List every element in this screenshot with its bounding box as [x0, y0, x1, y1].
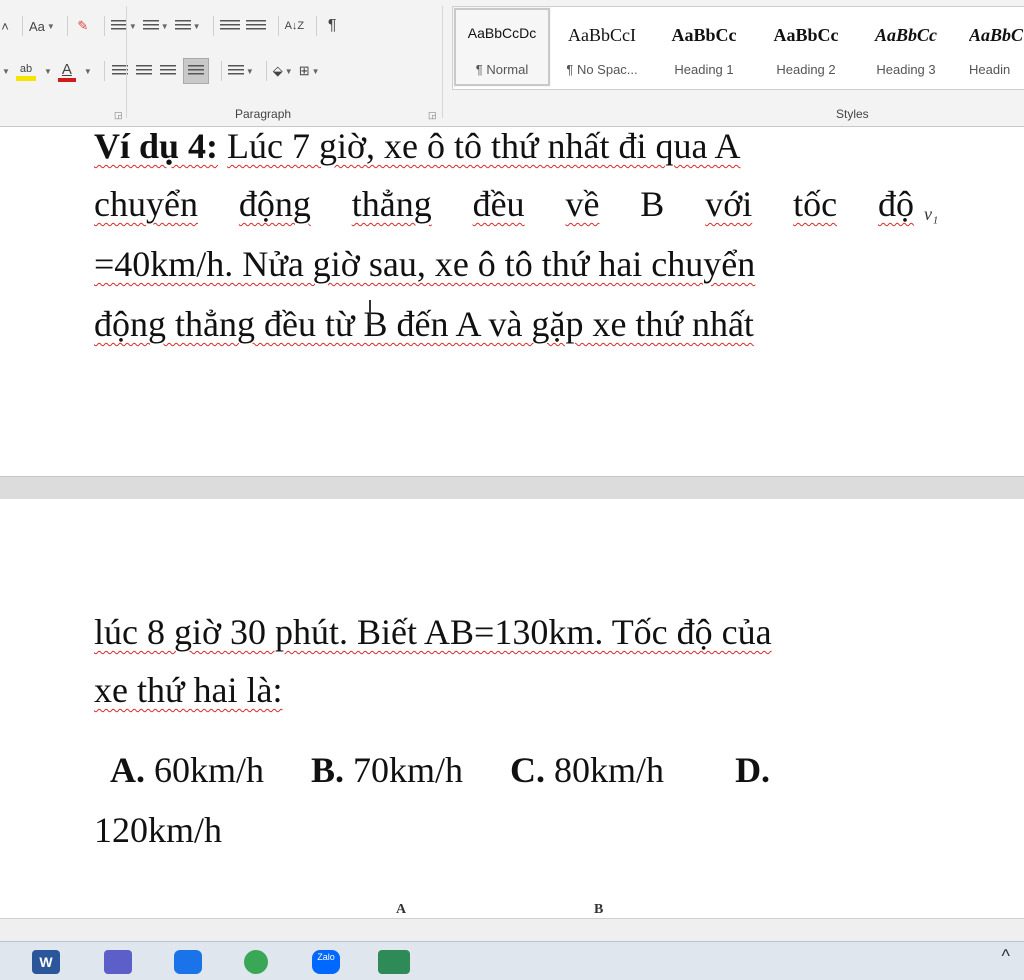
- chevron-up-icon[interactable]: ^: [1002, 946, 1010, 967]
- word: độ: [877, 184, 914, 224]
- font-row-bottom: ▼ ab ▼ A ▼ ▼ ⬙ ▼ ⊞ ▼: [0, 58, 326, 84]
- multilevel-list-icon: [174, 20, 191, 32]
- font-color-button[interactable]: A: [57, 58, 76, 84]
- chrome-icon[interactable]: [244, 950, 268, 974]
- numbering-button[interactable]: ▼: [142, 14, 169, 38]
- style-heading-3[interactable]: AaBbCc Heading 3: [857, 7, 955, 87]
- word: chuyển: [94, 184, 198, 224]
- word: B: [640, 184, 665, 224]
- borders-button[interactable]: ⊞ ▼: [299, 59, 320, 83]
- pilcrow-icon: ¶: [327, 17, 337, 34]
- highlight-color-button[interactable]: ab: [16, 58, 36, 84]
- word: với: [705, 184, 753, 224]
- decrease-indent-icon: [219, 20, 240, 32]
- style-heading-2[interactable]: AaBbCc Heading 2: [757, 7, 855, 87]
- increase-indent-icon: [245, 20, 266, 32]
- align-right-button[interactable]: [159, 59, 177, 83]
- styles-gallery: AaBbCcDc ¶ Normal AaBbCcI ¶ No Spac... A…: [452, 6, 1024, 90]
- text-cursor: [369, 300, 371, 326]
- option-a: A. 60km/h: [110, 750, 265, 790]
- option-b: B. 70km/h: [311, 750, 464, 790]
- clear-formatting-button[interactable]: ✎: [74, 14, 92, 38]
- diagram-label-a: A: [396, 902, 407, 917]
- justify-button[interactable]: [182, 58, 209, 84]
- horizontal-scrollbar[interactable]: [0, 918, 1024, 941]
- font-dialog-launcher-icon[interactable]: ◲: [114, 110, 123, 121]
- shading-button[interactable]: ⬙ ▼: [273, 59, 293, 83]
- bullets-icon: [110, 20, 127, 32]
- answer-options: A. 60km/h B. 70km/h C. 80km/h D.: [110, 748, 808, 792]
- v1-symbol: v₁: [924, 204, 939, 224]
- sort-icon: A↓Z: [284, 20, 305, 32]
- show-formatting-button[interactable]: ¶: [323, 14, 341, 38]
- option-c: C. 80km/h: [510, 750, 665, 790]
- multilevel-list-button[interactable]: ▼: [174, 14, 201, 38]
- teams-icon[interactable]: [104, 950, 132, 974]
- diagram-label-b: B: [594, 902, 604, 917]
- align-center-icon: [135, 65, 152, 77]
- paragraph-dialog-launcher-icon[interactable]: ◲: [428, 110, 437, 121]
- style-heading-4[interactable]: AaBbC Headin: [959, 7, 1024, 87]
- zalo-icon[interactable]: Zalo: [312, 950, 340, 974]
- option-d: D.: [735, 750, 771, 790]
- paint-bucket-icon: ⬙: [272, 63, 283, 78]
- style-no-spacing[interactable]: AaBbCcI ¶ No Spac...: [553, 7, 651, 87]
- highlight-icon: ab: [19, 62, 33, 75]
- line-spacing-button[interactable]: ▼: [227, 59, 254, 83]
- word: đều: [472, 184, 525, 224]
- font-color-dropdown[interactable]: ▼: [82, 59, 92, 83]
- word-icon[interactable]: W: [32, 950, 60, 974]
- example-label: Ví dụ 4:: [94, 126, 219, 166]
- doc-line-2: chuyển động thẳng đều về B với tốc độ: [94, 182, 914, 226]
- doc-line-4: động thẳng đều từ B đến A và gặp xe thứ …: [94, 304, 754, 344]
- styles-group-label: Styles: [836, 107, 869, 121]
- style-heading-1[interactable]: AaBbCc Heading 1: [655, 7, 753, 87]
- font-color-icon: A: [61, 60, 72, 78]
- option-d-value: 120km/h: [94, 810, 223, 850]
- numbering-icon: [142, 20, 159, 32]
- decrease-indent-button[interactable]: [219, 14, 240, 38]
- word: tốc: [793, 184, 838, 224]
- align-right-icon: [159, 65, 176, 77]
- word: về: [565, 184, 600, 224]
- doc-line-6: xe thứ hai là:: [94, 670, 283, 710]
- bullets-button[interactable]: ▼: [110, 14, 137, 38]
- sort-button[interactable]: A↓Z: [285, 14, 305, 38]
- font-dropdown-stub[interactable]: ▼: [0, 59, 10, 83]
- doc-line-1: Ví dụ 4: Lúc 7 giờ, xe ô tô thứ nhất đi …: [94, 124, 946, 168]
- increase-indent-button[interactable]: [245, 14, 266, 38]
- word: thẳng: [351, 184, 432, 224]
- style-normal[interactable]: AaBbCcDc ¶ Normal: [453, 7, 551, 87]
- align-center-button[interactable]: [135, 59, 153, 83]
- grow-font-button[interactable]: ˄: [0, 14, 10, 38]
- font-color-swatch: [57, 77, 76, 82]
- doc-line-3: =40km/h. Nửa giờ sau, xe ô tô thứ hai ch…: [94, 244, 756, 284]
- font-row-top: ˄ Aa ▼ ✎ ▼ ▼ ▼ A↓Z ¶: [0, 13, 347, 39]
- line-spacing-icon: [227, 65, 244, 77]
- taskbar: W Zalo ^: [0, 941, 1024, 980]
- files-icon[interactable]: [378, 950, 410, 974]
- paragraph-group-label: Paragraph: [235, 107, 292, 121]
- doc-line-1-text: Lúc 7 giờ, xe ô tô thứ nhất đi qua A: [227, 126, 741, 166]
- word: động: [238, 184, 311, 224]
- ribbon: ˄ Aa ▼ ✎ ▼ ▼ ▼ A↓Z ¶ ▼ ab ▼ A ▼ ▼ ⬙ ▼ ⊞ …: [0, 0, 1024, 127]
- doc-line-5: lúc 8 giờ 30 phút. Biết AB=130km. Tốc độ…: [94, 612, 772, 652]
- video-icon[interactable]: [174, 950, 202, 974]
- page-break-gap: [0, 476, 1024, 500]
- justify-icon: [187, 65, 204, 77]
- highlight-swatch: [16, 75, 36, 81]
- borders-icon: ⊞: [298, 63, 310, 78]
- highlight-dropdown[interactable]: ▼: [42, 59, 52, 83]
- change-case-button[interactable]: Aa ▼: [29, 14, 55, 38]
